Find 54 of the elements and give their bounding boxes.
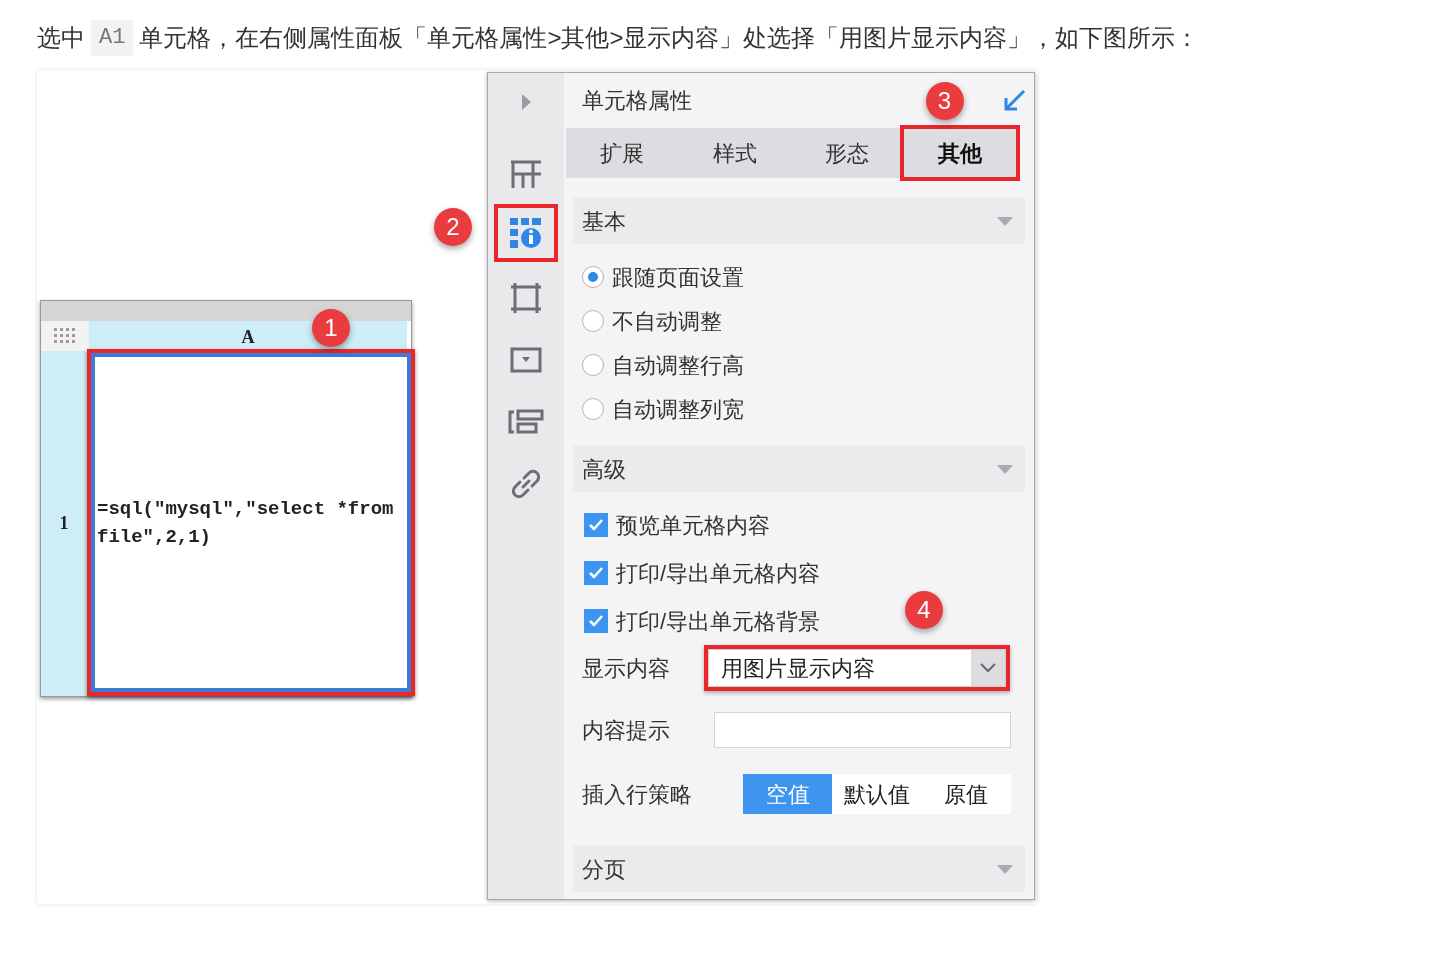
table-cell[interactable]: =sql("mysql","select *from file",2,1) — [91, 353, 411, 692]
display-select[interactable]: 用图片显示内容 — [708, 649, 1006, 687]
chevron-down-icon — [980, 663, 996, 673]
grid-dots-icon[interactable] — [54, 328, 76, 344]
field-label: 内容提示 — [582, 716, 671, 745]
link-icon[interactable] — [510, 468, 542, 500]
section-title: 高级 — [582, 455, 626, 484]
step-badge: 2 — [434, 208, 472, 246]
radio-button[interactable] — [582, 398, 604, 420]
radio-label: 跟随页面设置 — [612, 263, 744, 292]
border-icon[interactable] — [510, 282, 542, 314]
check-icon — [588, 518, 604, 532]
section-title: 分页 — [582, 855, 626, 884]
radio-button[interactable] — [582, 266, 604, 288]
table-header-icon[interactable] — [509, 158, 543, 190]
radio-label: 自动调整列宽 — [612, 395, 744, 424]
section-title: 基本 — [582, 207, 626, 236]
check-icon — [588, 566, 604, 580]
caret-icon — [997, 864, 1013, 874]
field-label: 插入行策略 — [582, 780, 693, 809]
caret-icon — [997, 216, 1013, 226]
field-label: 显示内容 — [582, 654, 671, 683]
row-header[interactable]: 1 — [41, 351, 87, 696]
section-header[interactable]: 基本 — [573, 198, 1025, 244]
step-badge: 4 — [905, 591, 943, 629]
radio-button[interactable] — [582, 354, 604, 376]
section-header[interactable]: 高级 — [573, 446, 1025, 492]
layout-icon[interactable] — [508, 408, 544, 436]
arrow-icon[interactable] — [1002, 88, 1026, 113]
checkbox-label: 预览单元格内容 — [616, 511, 770, 540]
caret-icon — [997, 464, 1013, 474]
triangle-icon[interactable] — [520, 93, 532, 111]
cell-info-icon[interactable] — [509, 217, 543, 249]
radio-label: 自动调整行高 — [612, 351, 744, 380]
inline-code: A1 — [91, 20, 134, 56]
tab[interactable]: 样式 — [678, 128, 791, 178]
intro-text: 单元格，在右侧属性面板「单元格属性>其他>显示内容」处选择「用图片显示内容」，如下图所示： — [139, 23, 1200, 53]
checkbox-label: 打印/导出单元格背景 — [616, 607, 821, 636]
radio-button[interactable] — [582, 310, 604, 332]
tab[interactable]: 形态 — [791, 128, 904, 178]
input-field[interactable] — [714, 712, 1011, 748]
step-badge: 3 — [925, 82, 964, 120]
tab[interactable]: 其他 — [903, 129, 1016, 177]
panel-title: 单元格属性 — [582, 87, 692, 115]
checkbox[interactable] — [584, 609, 608, 633]
section-header[interactable]: 分页 — [573, 846, 1025, 892]
tab[interactable]: 扩展 — [566, 128, 679, 178]
checkbox[interactable] — [584, 561, 608, 585]
radio-label: 不自动调整 — [612, 307, 722, 336]
check-icon — [588, 614, 604, 628]
checkbox[interactable] — [584, 513, 608, 537]
dropdown-box-icon[interactable] — [510, 347, 542, 373]
intro-text: 选中 — [37, 23, 85, 53]
checkbox-label: 打印/导出单元格内容 — [616, 559, 821, 588]
